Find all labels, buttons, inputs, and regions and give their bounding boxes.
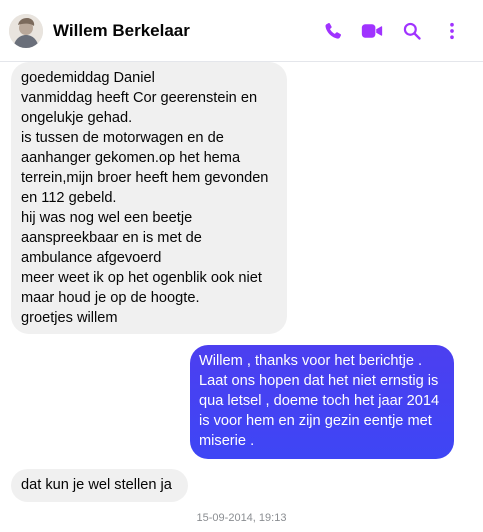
message-thread[interactable]: goedemiddag Daniel vanmiddag heeft Cor g… <box>0 62 483 532</box>
video-call-icon[interactable] <box>359 18 385 44</box>
more-options-icon[interactable] <box>439 18 465 44</box>
avatar[interactable] <box>9 14 43 48</box>
conversation-header: Willem Berkelaar <box>0 0 483 62</box>
search-icon[interactable] <box>399 18 425 44</box>
message-bubble-outgoing[interactable]: Willem , thanks voor het berichtje . Laa… <box>190 345 454 459</box>
contact-name[interactable]: Willem Berkelaar <box>53 21 190 41</box>
phone-icon[interactable] <box>320 18 346 44</box>
message-bubble-incoming[interactable]: goedemiddag Daniel vanmiddag heeft Cor g… <box>11 62 287 334</box>
message-bubble-incoming[interactable]: dat kun je wel stellen ja <box>11 469 188 502</box>
message-timestamp: 15-09-2014, 19:13 <box>196 512 287 524</box>
avatar-photo-icon <box>9 14 43 48</box>
